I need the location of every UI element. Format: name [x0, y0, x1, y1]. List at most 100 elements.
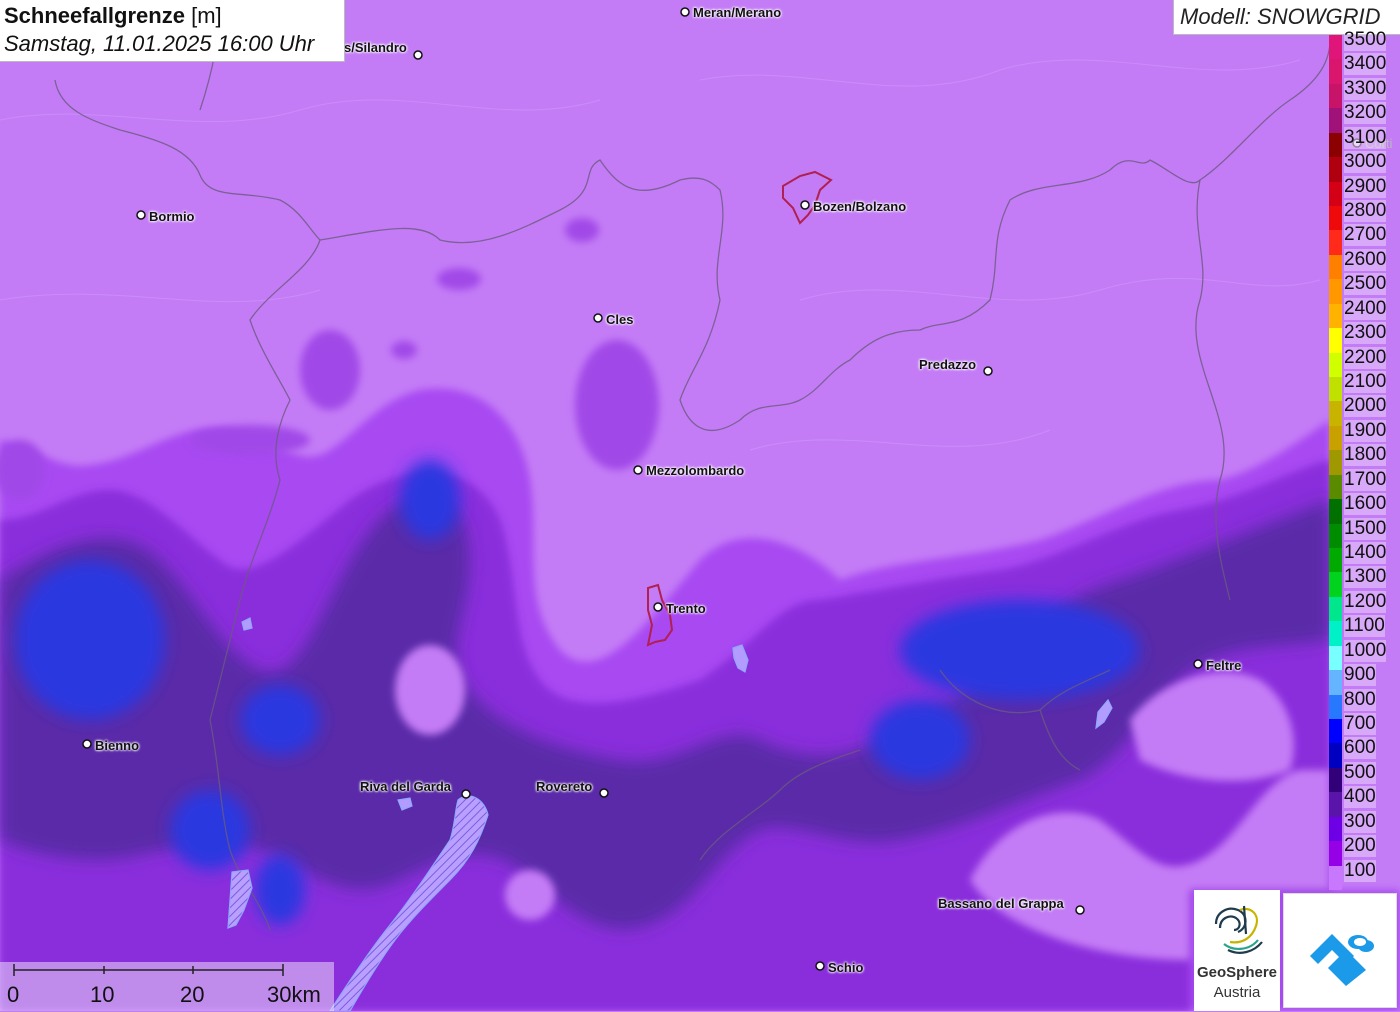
snowgrid-logo[interactable] [1283, 893, 1397, 1008]
legend-item: 1100 [1329, 613, 1400, 646]
city-label-bienno: Bienno [95, 738, 140, 753]
legend-label: 3200 [1344, 102, 1387, 125]
city-label-bolzano: Bozen/Bolzano [813, 199, 907, 214]
legend-item: 100 [1329, 858, 1400, 890]
legend-label: 3400 [1344, 53, 1387, 76]
scale-bar-line [13, 964, 284, 976]
marker-bienno [82, 739, 92, 749]
scale-label-10: 10 [90, 982, 115, 1007]
legend-item: 1600 [1329, 491, 1400, 524]
legend-item: 2700 [1329, 222, 1400, 255]
marker-rovereto [599, 788, 609, 798]
legend-label: 3100 [1344, 126, 1387, 149]
legend-item: 3000 [1329, 149, 1400, 182]
scale-bar: 0 10 20 30km [0, 962, 334, 1011]
legend-label: 100 [1344, 859, 1376, 882]
legend-label: 2800 [1344, 200, 1387, 222]
legend-item: 2200 [1329, 345, 1400, 377]
snowfall-line-map [0, 0, 1400, 1011]
legend-label: 1700 [1344, 468, 1387, 491]
legend-label: 2200 [1344, 346, 1387, 369]
city-label-schio: Schio [828, 960, 864, 975]
legend-item: 2100 [1329, 369, 1400, 402]
legend-item: 2800 [1329, 198, 1400, 231]
city-label-bassano: Bassano del Grappa [938, 896, 1064, 911]
legend-label: 1400 [1344, 542, 1387, 564]
legend-label: 2600 [1344, 248, 1387, 271]
legend-item: 200 [1329, 833, 1400, 866]
legend-label: 2300 [1344, 322, 1387, 345]
legend-label: 300 [1344, 810, 1376, 833]
legend-item: 1500 [1329, 516, 1400, 548]
legend-item: 700 [1329, 711, 1400, 744]
legend-item: 1700 [1329, 467, 1400, 500]
legend-label: 2100 [1344, 371, 1387, 393]
legend-item: 2600 [1329, 247, 1400, 280]
legend-label: 500 [1344, 761, 1376, 784]
legend-label: 600 [1344, 737, 1376, 760]
legend-label: 1800 [1344, 444, 1387, 467]
legend-item: 300 [1329, 809, 1400, 842]
legend-item: 1200 [1329, 589, 1400, 622]
marker-bassano [1075, 905, 1085, 915]
geosphere-logo[interactable]: GeoSphere Austria [1194, 890, 1280, 1011]
legend-item: 2500 [1329, 271, 1400, 304]
legend-item: 1900 [1329, 418, 1400, 451]
city-label-riva: Riva del Garda [360, 779, 452, 794]
legend-label: 3300 [1344, 77, 1387, 100]
marker-bolzano [800, 200, 810, 210]
marker-silandro [413, 50, 423, 60]
city-label-feltre: Feltre [1206, 658, 1242, 673]
legend-item: 2000 [1329, 393, 1400, 426]
legend-item: 2300 [1329, 320, 1400, 353]
marker-mezzolombardo [633, 465, 643, 475]
legend-item: 1400 [1329, 540, 1400, 573]
marker-predazzo [983, 366, 993, 376]
legend-label: 1500 [1344, 517, 1387, 540]
legend-item: 1800 [1329, 442, 1400, 475]
scale-label-20: 20 [180, 982, 205, 1007]
city-label-silandro: s/Silandro [344, 40, 407, 55]
legend-item: 1000 [1329, 638, 1400, 671]
legend-label: 2000 [1344, 395, 1387, 418]
legend-item: 900 [1329, 662, 1400, 695]
legend-label: 1100 [1344, 615, 1385, 638]
geosphere-country: Austria [1213, 984, 1261, 1001]
mountain-cloud-icon [1310, 934, 1374, 986]
map-unit: [m] [191, 3, 222, 28]
legend-item: 2400 [1329, 296, 1400, 329]
scale-label-30km: 30km [267, 982, 321, 1007]
legend-item: 1300 [1329, 564, 1400, 597]
map-datetime: Samstag, 11.01.2025 16:00 Uhr [4, 31, 315, 56]
color-legend: 3500 3400 3300 3200 3100 3000 2900 2800 2700 2600… [1329, 29, 1400, 890]
legend-item: 3200 [1329, 100, 1400, 133]
legend-label: 1900 [1344, 419, 1387, 442]
legend-label: 2500 [1344, 273, 1387, 296]
legend-swatch [1329, 865, 1342, 890]
legend-item: 800 [1329, 687, 1400, 719]
legend-label: 700 [1344, 713, 1376, 735]
marker-feltre [1193, 659, 1203, 669]
legend-label: 400 [1344, 786, 1376, 809]
legend-item: 3300 [1329, 76, 1400, 109]
legend-label: 900 [1344, 664, 1376, 687]
city-label-trento: Trento [666, 601, 706, 616]
legend-item: 600 [1329, 735, 1400, 768]
marker-schio [815, 961, 825, 971]
map-title: Schneefallgrenze [4, 3, 185, 28]
legend-label: 2700 [1344, 224, 1387, 247]
city-label-predazzo: Predazzo [919, 357, 977, 372]
geosphere-name: GeoSphere [1196, 964, 1278, 981]
legend-label: 1200 [1344, 590, 1387, 613]
legend-label: 2400 [1344, 297, 1387, 320]
city-label-rovereto: Rovereto [536, 779, 593, 794]
legend-label: 800 [1344, 688, 1376, 711]
city-label-bormio: Bormio [149, 209, 195, 224]
legend-item: 3100 [1329, 125, 1400, 158]
legend-label: 1300 [1344, 566, 1387, 589]
legend-label: 3500 [1344, 29, 1387, 51]
title-panel: Schneefallgrenze [m] Samstag, 11.01.2025… [0, 0, 345, 62]
legend-label: 200 [1344, 835, 1376, 858]
legend-item: 500 [1329, 760, 1400, 793]
legend-item: 400 [1329, 784, 1400, 817]
